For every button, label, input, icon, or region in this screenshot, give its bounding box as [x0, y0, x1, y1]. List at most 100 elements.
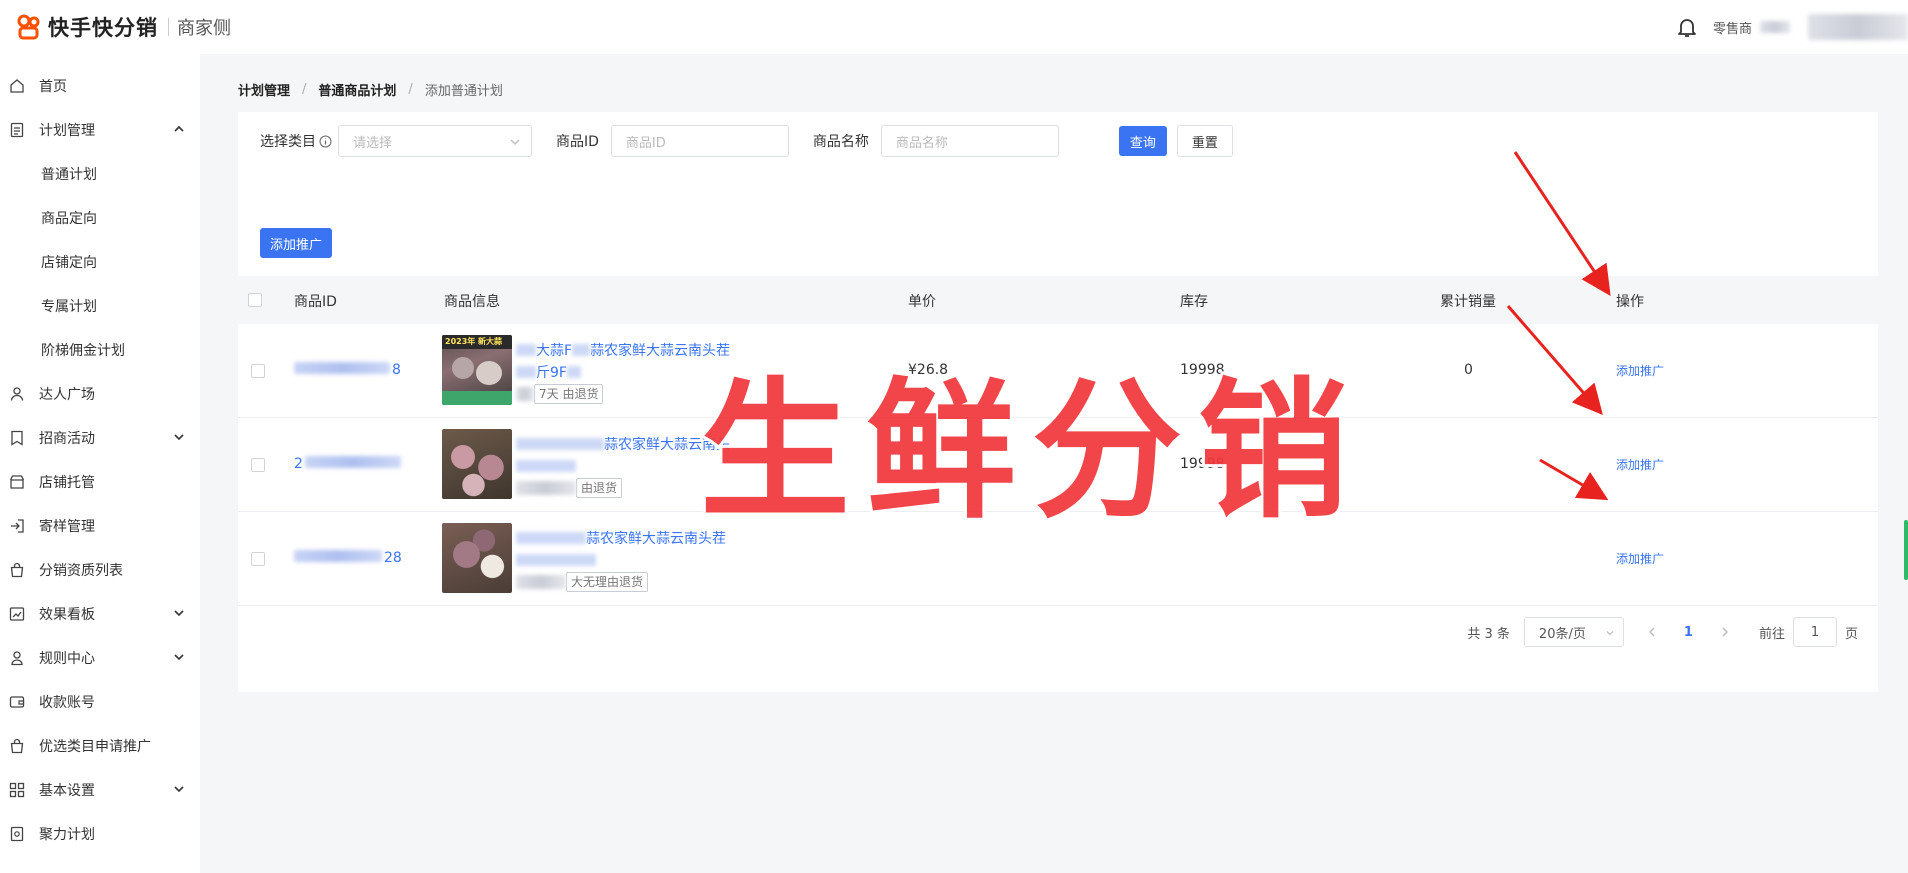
breadcrumb: 计划管理 / 普通商品计划 / 添加普通计划 [238, 80, 503, 99]
sidebar-item-preferred-category-promotion[interactable]: 优选类目申请推广 [0, 724, 200, 768]
sidebar-subitem-tiered-commission-plan[interactable]: 阶梯佣金计划 [0, 328, 200, 372]
product-spec: 斤9F [536, 365, 567, 381]
redacted-product-id [294, 550, 382, 562]
add-promotion-link[interactable]: 添加推广 [1616, 456, 1664, 473]
row-checkbox[interactable] [251, 458, 265, 472]
sidebar-item-merchant-activities[interactable]: 招商活动 [0, 416, 200, 460]
redacted-user-name[interactable] [1808, 14, 1908, 40]
category-label-text: 选择类目 [260, 134, 316, 150]
sidebar-item-talent-square[interactable]: 达人广场 [0, 372, 200, 416]
sidebar-item-performance-dashboard[interactable]: 效果看板 [0, 592, 200, 636]
sidebar-subitem-normal-plan[interactable]: 普通计划 [0, 152, 200, 196]
breadcrumb-item-plan-management[interactable]: 计划管理 [238, 80, 290, 99]
category-filter-label: 选择类目 [260, 131, 332, 151]
row-checkbox[interactable] [251, 552, 265, 566]
sidebar-item-plan-management[interactable]: 计划管理 [0, 108, 200, 152]
sidebar-item-juli-plan[interactable]: 聚力计划 [0, 812, 200, 856]
goto-page-value: 1 [1810, 624, 1820, 640]
side-widget-edge[interactable] [1904, 520, 1908, 580]
chevron-right-icon[interactable] [1719, 626, 1731, 638]
redacted-user-id [1760, 21, 1790, 33]
info-circle-icon[interactable] [319, 135, 332, 148]
product-thumbnail[interactable] [442, 429, 512, 499]
product-thumbnail[interactable] [442, 523, 512, 593]
bag-icon [10, 738, 24, 754]
bookmark-icon [11, 430, 23, 446]
chevron-down-icon [174, 610, 184, 617]
return-policy-tag: 大无理由退货 [566, 572, 649, 592]
add-promotion-button[interactable]: 添加推广 [260, 228, 332, 258]
table-header: 商品ID 商品信息 单价 库存 累计销量 操作 [238, 276, 1878, 324]
promo-overlay-text: 生鲜分销 [697, 362, 1365, 542]
product-thumbnail[interactable]: 2023年 新大蒜 [442, 335, 512, 405]
person-rules-icon [11, 651, 23, 666]
reset-button[interactable]: 重置 [1176, 125, 1233, 157]
user-role: 零售商 [1712, 21, 1752, 37]
goto-label: 前往 [1758, 626, 1785, 642]
thumbnail-label: 2023年 新大蒜 [445, 337, 503, 346]
breadcrumb-item-normal-product-plan[interactable]: 普通商品计划 [318, 80, 396, 99]
chevron-up-icon [174, 125, 184, 132]
sidebar-item-sample-management[interactable]: 寄样管理 [0, 504, 200, 548]
product-id-link[interactable]: 28 [294, 550, 402, 566]
product-id-link[interactable]: 2 [294, 456, 401, 472]
sidebar-item-payment-account[interactable]: 收款账号 [0, 680, 200, 724]
column-header-stock: 库存 [1180, 294, 1208, 310]
add-promotion-link[interactable]: 添加推广 [1616, 550, 1664, 567]
document-icon [10, 122, 24, 138]
logo[interactable]: 快手快分销 商家侧 [16, 12, 231, 42]
sidebar-item-label: 分销资质列表 [39, 563, 123, 579]
goto-page-input[interactable]: 1 [1792, 617, 1837, 647]
add-promotion-link[interactable]: 添加推广 [1616, 362, 1664, 379]
chevron-down-icon [174, 654, 184, 661]
logo-subtitle: 商家侧 [177, 18, 231, 39]
bag-icon [10, 562, 24, 578]
product-id-prefix: 2 [294, 456, 303, 472]
sidebar-item-store-hosting[interactable]: 店铺托管 [0, 460, 200, 504]
home-icon [10, 79, 24, 93]
current-page[interactable]: 1 [1684, 625, 1693, 640]
sidebar-subitem-store-targeting[interactable]: 店铺定向 [0, 240, 200, 284]
column-header-product-id: 商品ID [294, 294, 337, 310]
return-policy-tag: 7天 由退货 [534, 384, 604, 404]
header-user-area: 零售商 [1675, 0, 1908, 54]
column-header-unit-price: 单价 [908, 294, 936, 310]
row-checkbox[interactable] [251, 364, 265, 378]
product-name-placeholder: 商品名称 [895, 135, 948, 151]
sidebar-item-label: 优选类目申请推广 [39, 739, 151, 755]
top-header: 快手快分销 商家侧 零售商 [0, 0, 1908, 54]
category-select[interactable]: 请选择 [338, 125, 532, 157]
product-name-label: 商品名称 [812, 134, 869, 150]
sidebar-item-home[interactable]: 首页 [0, 64, 200, 108]
column-header-actions: 操作 [1616, 294, 1644, 310]
sidebar-item-rules-center[interactable]: 规则中心 [0, 636, 200, 680]
product-id-link[interactable]: 8 [294, 362, 401, 378]
query-button[interactable]: 查询 [1118, 126, 1167, 156]
sidebar-item-distribution-qualification[interactable]: 分销资质列表 [0, 548, 200, 592]
select-all-checkbox[interactable] [248, 293, 262, 307]
breadcrumb-item-current: 添加普通计划 [424, 84, 503, 99]
file-icon [10, 826, 24, 842]
logo-text: 快手快分销 [48, 16, 158, 40]
redacted-product-id [304, 456, 401, 468]
product-id-input[interactable]: 商品ID [610, 125, 789, 157]
sidebar-item-basic-settings[interactable]: 基本设置 [0, 768, 200, 812]
sidebar-item-label: 达人广场 [39, 387, 95, 403]
category-select-placeholder: 请选择 [353, 135, 393, 151]
sidebar-subitem-exclusive-plan[interactable]: 专属计划 [0, 284, 200, 328]
sidebar-item-label: 招商活动 [39, 431, 95, 447]
product-id-placeholder: 商品ID [625, 135, 666, 151]
bell-icon[interactable] [1675, 15, 1699, 39]
redacted-text [566, 366, 581, 378]
sidebar-subitem-product-targeting[interactable]: 商品定向 [0, 196, 200, 240]
redacted-text [516, 532, 586, 544]
product-id-suffix: 28 [384, 550, 402, 566]
chevron-left-icon[interactable] [1646, 626, 1658, 638]
grid-icon [9, 782, 25, 798]
sidebar-item-label: 收款账号 [39, 695, 95, 711]
redacted-text [516, 460, 576, 472]
cumulative-sales: 0 [1464, 362, 1473, 378]
product-name-input[interactable]: 商品名称 [880, 125, 1059, 157]
page-size-select[interactable]: 20条/页 [1523, 617, 1624, 647]
breadcrumb-separator: / [408, 82, 413, 97]
